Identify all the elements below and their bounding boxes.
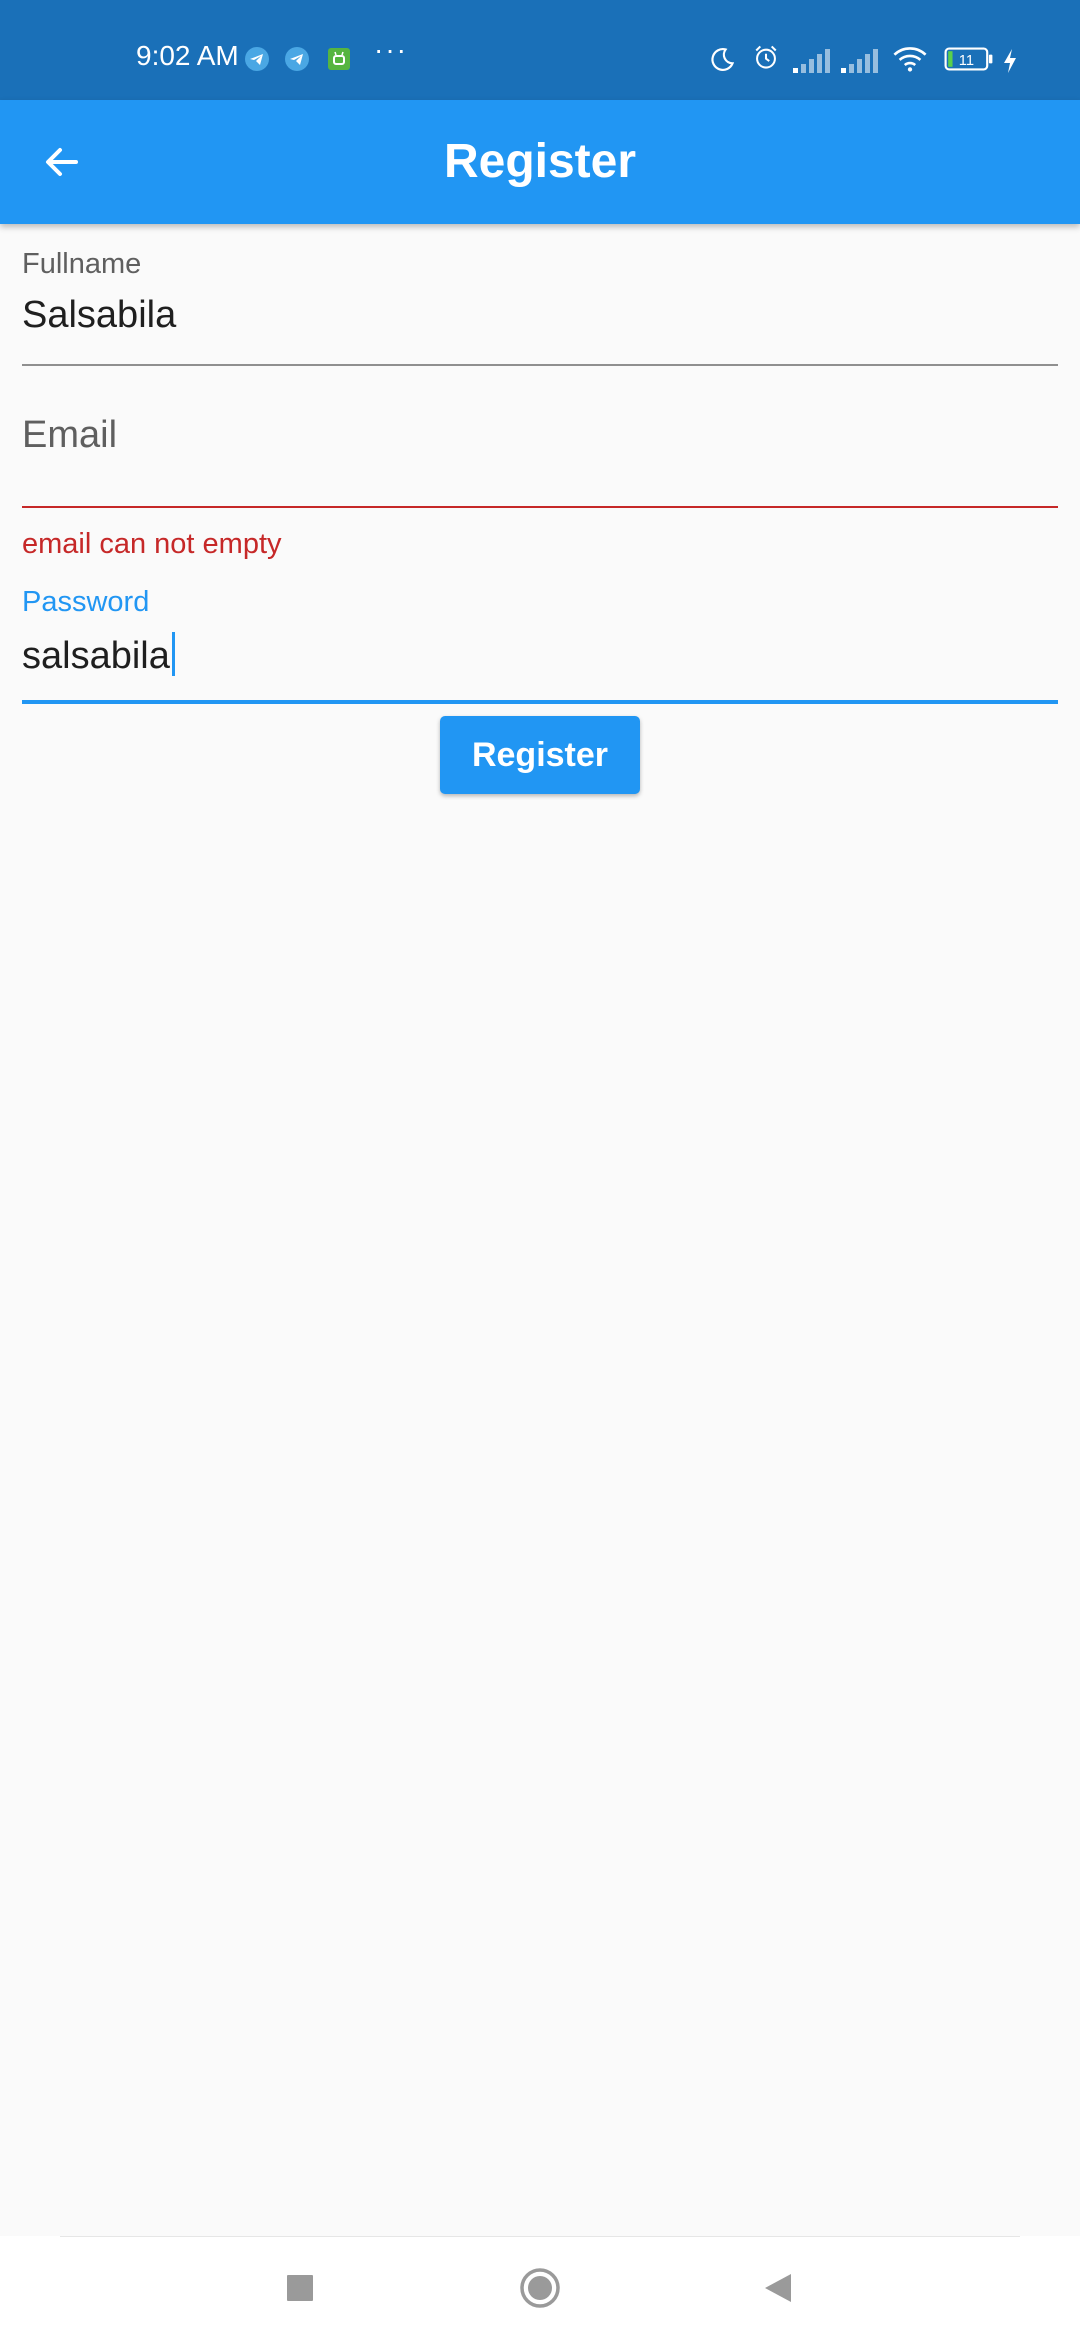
password-underline (22, 700, 1058, 704)
signal-icon (841, 49, 878, 73)
password-field[interactable]: Password salsabila (22, 576, 1058, 708)
back-nav-button[interactable] (746, 2256, 810, 2320)
android-app-icon (328, 48, 350, 70)
home-circle-icon (520, 2268, 560, 2308)
email-underline (22, 506, 1058, 508)
email-placeholder: Email (22, 414, 118, 456)
moon-icon (711, 48, 735, 71)
email-error-text: email can not empty (22, 528, 282, 560)
wifi-icon (893, 47, 927, 72)
battery-level: 11 (959, 53, 974, 69)
email-field[interactable]: Email (22, 380, 1058, 512)
page-title: Register (443, 135, 637, 188)
register-button[interactable]: Register (440, 716, 640, 794)
fullname-value[interactable]: Salsabila (22, 296, 176, 334)
fullname-label: Fullname (22, 248, 142, 280)
home-button[interactable] (508, 2256, 572, 2320)
charging-icon (1004, 49, 1016, 73)
fullname-field[interactable]: Fullname Salsabila (22, 236, 1058, 368)
status-bar: 9:02 AM ··· 11 (0, 0, 1080, 100)
battery-icon: 11 (944, 47, 993, 71)
status-time: 9:02 AM (136, 40, 239, 71)
text-cursor (171, 632, 175, 676)
fullname-underline (22, 364, 1058, 366)
back-triangle-icon (765, 2274, 791, 2302)
signal-icon (793, 49, 830, 73)
system-nav-bar (0, 2236, 1080, 2340)
telegram-icon (285, 47, 309, 71)
telegram-icon (245, 47, 269, 71)
password-input[interactable]: salsabila (22, 632, 175, 676)
password-label: Password (22, 586, 150, 618)
password-value: salsabila (22, 635, 170, 677)
app-bar: Register (0, 100, 1080, 224)
recents-square-icon (287, 2275, 313, 2301)
alarm-icon (755, 45, 777, 69)
nav-divider (60, 2236, 1020, 2237)
more-notifications-icon: ··· (374, 34, 408, 65)
recents-button[interactable] (268, 2256, 332, 2320)
